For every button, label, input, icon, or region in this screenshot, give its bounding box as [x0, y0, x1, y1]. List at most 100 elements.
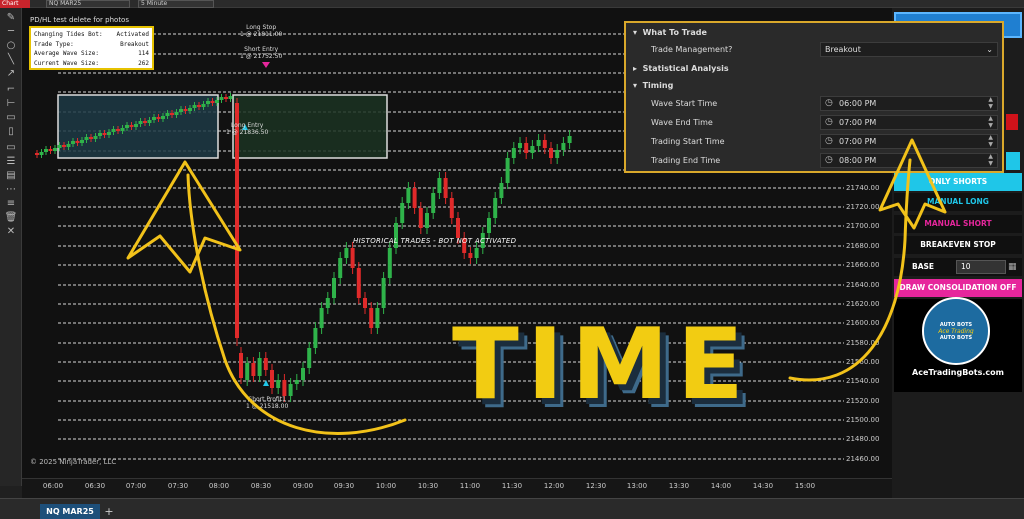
candle-body [152, 117, 156, 120]
arrow-icon[interactable]: ↗ [4, 68, 18, 80]
candle-body [245, 363, 250, 380]
trash-icon[interactable]: 🗑 [4, 212, 18, 224]
candle-body [239, 353, 243, 378]
wave-start-input[interactable]: ◷ 06:00 PM ▲ ▼ [820, 96, 998, 111]
rectangle-icon[interactable]: ▭ [4, 112, 18, 124]
chart-tab[interactable]: Chart [0, 0, 30, 8]
spinner-icon[interactable]: ▲ ▼ [988, 134, 993, 148]
grid-icon[interactable]: ▦ [1008, 258, 1017, 276]
timeframe-selector[interactable]: 5 Minute [138, 0, 214, 8]
price-tick: 21620.00 [846, 300, 880, 308]
instrument-selector[interactable]: NQ MAR25 [46, 0, 130, 8]
manual-long-button[interactable]: MANUAL LONG [894, 193, 1022, 211]
clock-icon: ◷ [825, 155, 833, 165]
collapse-arrow-icon[interactable]: ▾ [633, 81, 637, 90]
candle-body [350, 248, 355, 268]
site-link[interactable]: AceTradingBots.com [894, 368, 1022, 377]
only-shorts-button[interactable]: ONLY SHORTS [894, 173, 1022, 191]
trading-end-row: Trading End Time ◷ 08:00 PM ▲ ▼ [626, 151, 1002, 170]
spinner-icon[interactable]: ▲ ▼ [988, 96, 993, 110]
drawing-tools-bar: ✎ ─ ○ ╲ ↗ ⌐ ⊢ ▭ ▯ ▭ ☰ ▤ ⋯ ≡ 🗑 ✕ [0, 8, 22, 486]
trading-start-input[interactable]: ◷ 07:00 PM ▲ ▼ [820, 134, 998, 149]
strategy-settings-panel: ▾ What To Trade Trade Management? Breako… [624, 21, 1004, 173]
collapse-arrow-icon[interactable]: ▾ [633, 28, 637, 37]
time-axis: 06:00 06:30 07:00 07:30 08:00 08:30 09:0… [22, 478, 892, 498]
candle-body [493, 198, 498, 218]
long-entry-label: Long Entry 1 @ 21836.50 [226, 122, 268, 136]
candle-body [443, 178, 448, 198]
chevron-down-icon[interactable]: ⌄ [986, 43, 993, 56]
category-label: Timing [642, 81, 674, 90]
category-timing[interactable]: ▾ Timing [626, 76, 1002, 95]
add-tab-button[interactable]: + [102, 504, 116, 519]
trade-management-row: Trade Management? Breakout ⌄ [626, 40, 1002, 59]
hash-icon[interactable]: ⋯ [4, 184, 18, 196]
line-icon[interactable]: ─ [4, 26, 18, 38]
gantt-icon[interactable]: ☰ [4, 156, 18, 168]
pitchfork-icon[interactable]: ⊢ [4, 98, 18, 110]
spinner-icon[interactable]: ▲ ▼ [988, 115, 993, 129]
info-value: Breakout [120, 40, 149, 48]
box-icon[interactable]: ▯ [4, 126, 18, 138]
wave-end-input[interactable]: ◷ 07:00 PM ▲ ▼ [820, 115, 998, 130]
candle-body [263, 358, 268, 370]
region-icon[interactable]: ▭ [4, 142, 18, 154]
price-tick: 21660.00 [846, 261, 880, 269]
candle-body [456, 218, 460, 238]
candle-body [313, 328, 318, 348]
time-tick: 10:30 [417, 482, 439, 490]
breakeven-stop-button[interactable]: BREAKEVEN STOP [894, 236, 1022, 254]
short-profit-title: Short Profit1 [248, 396, 286, 403]
circle-icon[interactable]: ○ [4, 40, 18, 52]
candle-body [412, 188, 417, 208]
candle-body [381, 278, 386, 308]
fib-icon[interactable]: ⌐ [4, 84, 18, 96]
time-tick: 07:30 [167, 482, 189, 490]
price-tick: 21480.00 [846, 435, 880, 443]
bot-info-box: Changing Tides Bot: Activated Trade Type:… [29, 26, 154, 70]
price-tick: 21740.00 [846, 184, 880, 192]
info-value: 114 [138, 50, 149, 57]
candle-body [93, 136, 98, 139]
short-entry-value: 1 @ 21752.50 [240, 53, 283, 60]
trading-end-value: 08:00 PM [839, 156, 877, 165]
candle-body [276, 380, 281, 388]
time-tick: 06:30 [84, 482, 106, 490]
ace-trading-logo: AUTO BOTS Ace Trading AUTO BOTS [922, 297, 990, 365]
time-tick: 09:30 [333, 482, 355, 490]
candle-body [215, 100, 219, 103]
candle-body [183, 109, 188, 111]
clock-icon: ◷ [825, 98, 833, 108]
tools-icon[interactable]: ✕ [4, 226, 18, 238]
stack-icon[interactable]: ≡ [4, 198, 18, 210]
cyan-status-indicator [1006, 152, 1020, 170]
ray-icon[interactable]: ╲ [4, 54, 18, 66]
pencil-icon[interactable]: ✎ [4, 12, 18, 24]
time-tick: 13:00 [626, 482, 648, 490]
expand-arrow-icon[interactable]: ▸ [633, 64, 637, 73]
manual-short-button[interactable]: MANUAL SHORT [894, 215, 1022, 233]
trade-management-label: Trade Management? [651, 45, 733, 54]
candle-body [487, 218, 491, 233]
base-row: BASE 10 ▦ [894, 258, 1022, 276]
chart-tabs-bar [0, 498, 1024, 519]
candle-body [319, 308, 324, 328]
candle-body [294, 380, 299, 384]
spinner-icon[interactable]: ▲ ▼ [988, 153, 993, 167]
base-input[interactable]: 10 [956, 260, 1006, 274]
clock-icon: ◷ [825, 136, 833, 146]
draw-consolidation-button[interactable]: DRAW CONSOLIDATION OFF [894, 279, 1022, 297]
candle-body [536, 140, 541, 146]
short-entry-marker [262, 62, 270, 68]
candle-body [134, 124, 138, 127]
trade-management-select[interactable]: Breakout ⌄ [820, 42, 998, 57]
long-entry-value: 1 @ 21836.50 [226, 129, 269, 136]
candle-body [524, 143, 529, 153]
instrument-tab[interactable]: NQ MAR25 [40, 504, 100, 519]
logo-bottom-text: AUTO BOTS [939, 334, 973, 341]
trading-end-input[interactable]: ◷ 08:00 PM ▲ ▼ [820, 153, 998, 168]
candle-body [98, 133, 102, 136]
candle-body [174, 112, 179, 115]
grid-icon[interactable]: ▤ [4, 170, 18, 182]
candle-body [44, 149, 48, 152]
